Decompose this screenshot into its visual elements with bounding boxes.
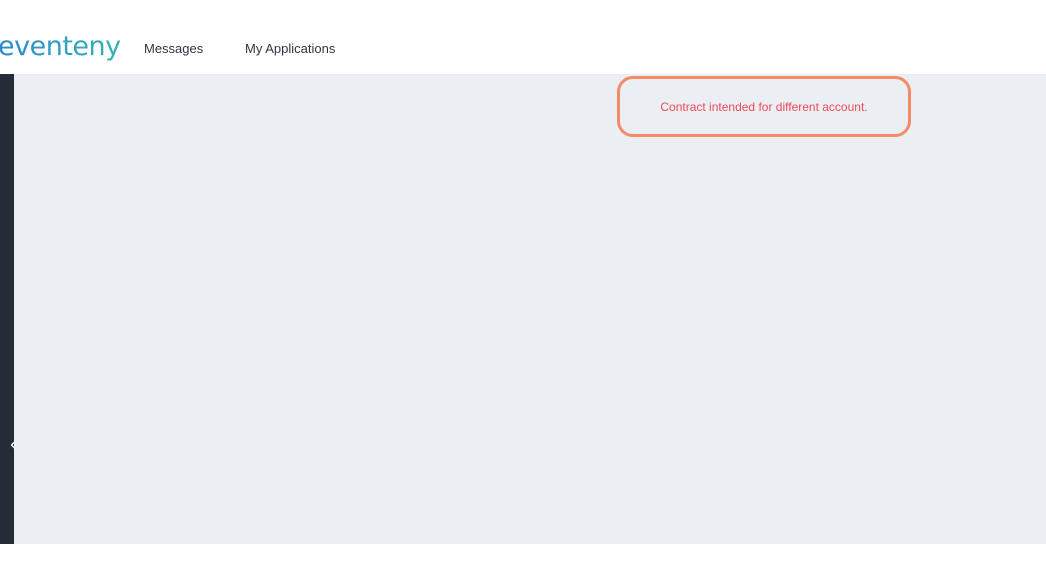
nav-link-messages[interactable]: Messages	[144, 40, 203, 58]
top-navigation-bar: eventeny Messages My Applications	[0, 0, 1046, 74]
error-notice: Contract intended for different account.	[617, 76, 911, 137]
eventeny-logo[interactable]: eventeny	[0, 29, 121, 65]
nav-link-my-applications[interactable]: My Applications	[245, 40, 335, 58]
main-content-area	[14, 74, 1046, 544]
page-footer-space	[0, 544, 1046, 570]
error-notice-message: Contract intended for different account.	[660, 99, 868, 114]
